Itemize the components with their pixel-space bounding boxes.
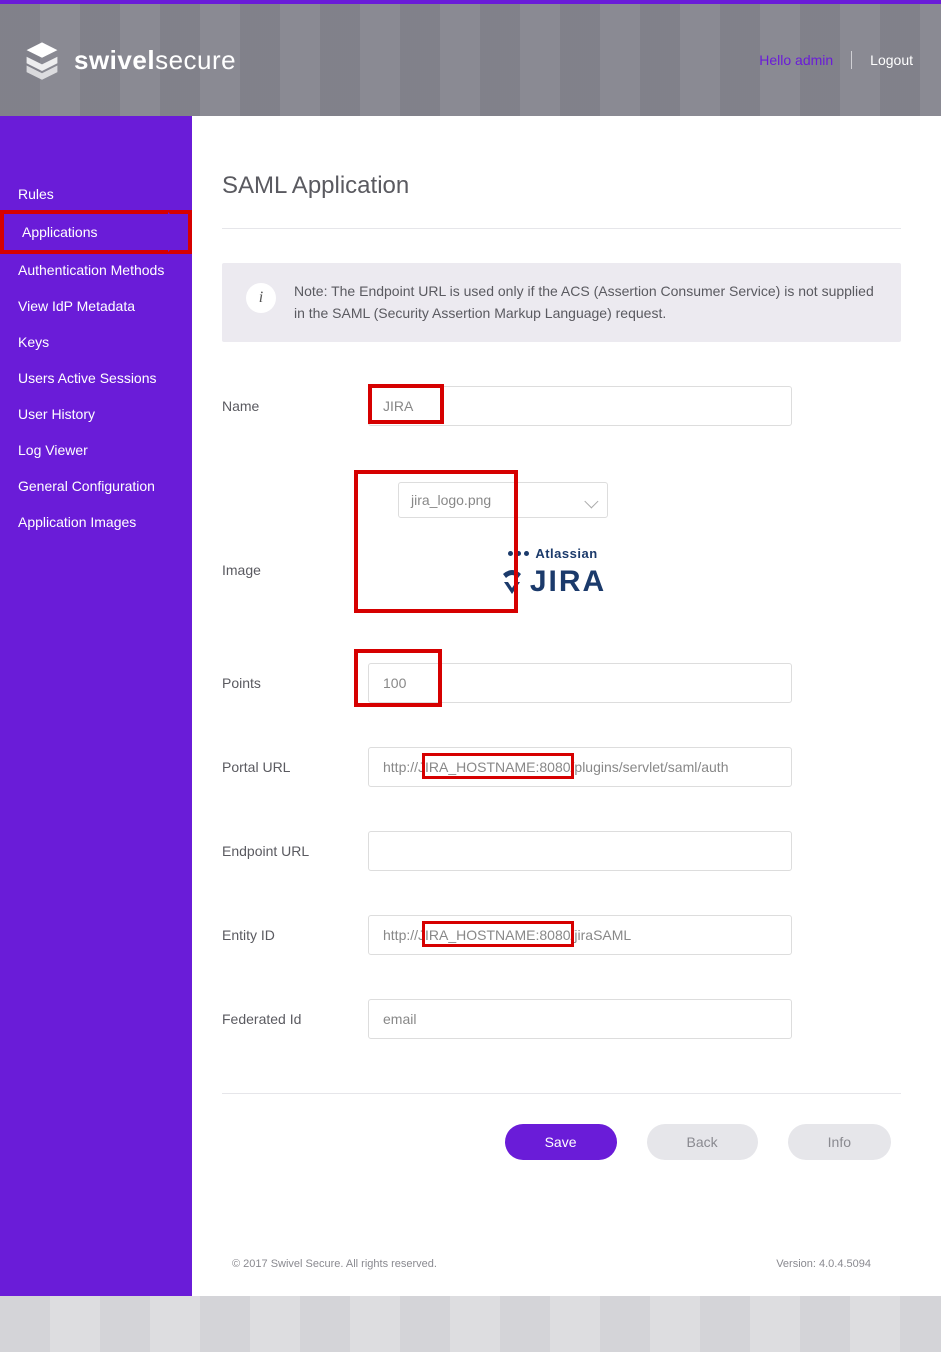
sidebar-item-label: Rules [18,186,54,202]
main-content: SAML Application i Note: The Endpoint UR… [192,116,941,1296]
entity-id-input[interactable] [368,915,792,955]
page-title: SAML Application [222,172,901,229]
sidebar-item-idp-metadata[interactable]: View IdP Metadata [0,288,192,324]
logout-link[interactable]: Logout [870,52,913,68]
info-note: i Note: The Endpoint URL is used only if… [222,263,901,342]
label-name: Name [222,398,368,414]
swivel-logo-icon [20,38,64,82]
footer-version: Version: 4.0.4.5094 [776,1258,871,1270]
sidebar-item-label: View IdP Metadata [18,298,135,314]
sidebar-item-app-images[interactable]: Application Images [0,504,192,540]
divider [222,1093,901,1094]
jira-mark-icon [500,568,524,596]
name-input[interactable] [368,386,792,426]
info-button[interactable]: Info [788,1124,891,1160]
preview-title: JIRA [530,565,606,599]
brand-logo: swivelsecure [20,38,236,82]
points-input[interactable] [368,663,792,703]
sidebar-item-general-config[interactable]: General Configuration [0,468,192,504]
sidebar-item-active-sessions[interactable]: Users Active Sessions [0,360,192,396]
sidebar-item-label: Authentication Methods [18,262,164,278]
sidebar-item-label: Keys [18,334,49,350]
sidebar-item-label: Applications [22,224,98,240]
brand-name: swivelsecure [74,45,236,76]
sidebar: Rules Applications Authentication Method… [0,116,192,1296]
endpoint-url-input[interactable] [368,831,792,871]
federated-id-input[interactable] [368,999,792,1039]
chevron-down-icon [584,495,598,509]
sidebar-item-rules[interactable]: Rules [0,176,192,212]
sidebar-item-label: Users Active Sessions [18,370,157,386]
label-entity-id: Entity ID [222,927,368,943]
sidebar-item-label: General Configuration [18,478,155,494]
image-select[interactable]: jira_logo.png [398,482,608,518]
back-button[interactable]: Back [647,1124,758,1160]
label-federated-id: Federated Id [222,1011,368,1027]
sidebar-item-label: Log Viewer [18,442,88,458]
header: swivelsecure Hello admin Logout [0,0,941,116]
info-icon: i [246,283,276,313]
label-points: Points [222,675,368,691]
label-portal-url: Portal URL [222,759,368,775]
sidebar-item-label: User History [18,406,95,422]
sidebar-item-applications[interactable]: Applications [0,210,192,254]
sidebar-item-user-history[interactable]: User History [0,396,192,432]
footer-backdrop [0,1296,941,1352]
sidebar-item-label: Application Images [18,514,136,530]
footer-copyright: © 2017 Swivel Secure. All rights reserve… [232,1258,437,1270]
label-image: Image [222,562,368,578]
sidebar-item-keys[interactable]: Keys [0,324,192,360]
header-divider [851,51,852,69]
image-select-value: jira_logo.png [411,492,491,508]
save-button[interactable]: Save [505,1124,617,1160]
sidebar-item-auth-methods[interactable]: Authentication Methods [0,252,192,288]
info-note-text: Note: The Endpoint URL is used only if t… [294,281,877,324]
label-endpoint-url: Endpoint URL [222,843,368,859]
greeting-link[interactable]: Hello admin [759,52,833,68]
image-preview: Atlassian JIRA [454,546,652,599]
sidebar-item-log-viewer[interactable]: Log Viewer [0,432,192,468]
preview-subtitle: Atlassian [535,546,597,561]
portal-url-input[interactable] [368,747,792,787]
